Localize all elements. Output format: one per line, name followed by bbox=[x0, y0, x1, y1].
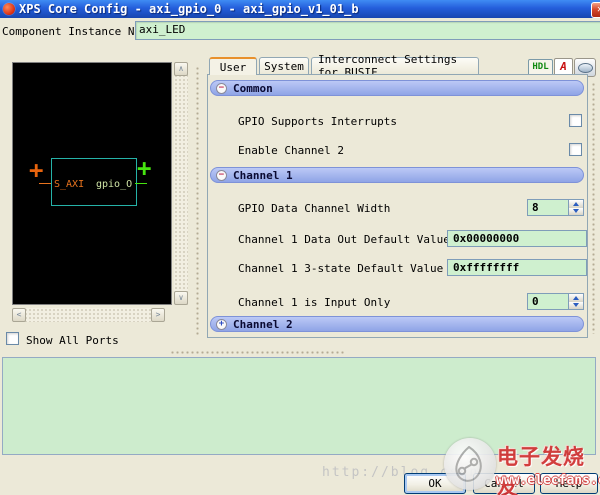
left-port-plus-icon[interactable]: + bbox=[29, 158, 43, 182]
description-panel bbox=[2, 357, 596, 455]
collapse-icon[interactable]: − bbox=[216, 169, 227, 181]
scroll-down-icon[interactable]: ∨ bbox=[174, 291, 188, 305]
scroll-left-icon[interactable]: < bbox=[12, 308, 26, 322]
port-label-gpio-o: gpio_O bbox=[96, 179, 133, 190]
right-edge-splitter[interactable] bbox=[591, 82, 596, 334]
spin-down-icon[interactable] bbox=[569, 207, 583, 215]
preview-vertical-scrollbar[interactable]: ∧ ∨ bbox=[174, 62, 188, 305]
xps-core-config-dialog: XPS Core Config - axi_gpio_0 - axi_gpio_… bbox=[0, 0, 600, 495]
tab-interconnect-settings[interactable]: Interconnect Settings for BUSIF bbox=[311, 53, 479, 79]
scroll-up-icon[interactable]: ∧ bbox=[174, 62, 188, 76]
spinner-value[interactable]: 0 bbox=[527, 293, 568, 310]
left-port-stub bbox=[39, 183, 51, 184]
vertical-splitter[interactable] bbox=[195, 66, 200, 336]
gpio-supports-interrupts-checkbox[interactable] bbox=[569, 114, 582, 127]
preview-horizontal-scrollbar[interactable]: < > bbox=[12, 308, 165, 322]
gpio-data-channel-width-spinner[interactable]: 8 bbox=[527, 199, 584, 216]
window-title: XPS Core Config - axi_gpio_0 - axi_gpio_… bbox=[19, 2, 359, 16]
section-header-channel-2[interactable]: + Channel 2 bbox=[210, 316, 584, 332]
channel1-3state-default-label: Channel 1 3-state Default Value bbox=[238, 262, 444, 275]
cancel-button[interactable]: Cancel bbox=[473, 473, 535, 494]
component-instance-name-label: Component Instance Name bbox=[2, 25, 155, 38]
expand-icon[interactable]: + bbox=[216, 318, 227, 330]
enable-channel-2-checkbox[interactable] bbox=[569, 143, 582, 156]
ok-button[interactable]: OK bbox=[404, 473, 466, 494]
spin-down-icon[interactable] bbox=[569, 301, 583, 309]
show-all-ports-checkbox[interactable] bbox=[6, 332, 19, 345]
tab-system[interactable]: System bbox=[259, 57, 309, 74]
gpio-data-channel-width-label: GPIO Data Channel Width bbox=[238, 202, 391, 215]
section-title: Channel 1 bbox=[233, 168, 293, 182]
channel1-data-out-default-input[interactable]: 0x00000000 bbox=[447, 230, 587, 247]
port-label-s-axi: S_AXI bbox=[54, 179, 85, 190]
speech-bubble-icon bbox=[578, 63, 593, 73]
tab-user[interactable]: User bbox=[209, 57, 257, 75]
right-port-stub bbox=[135, 183, 147, 184]
scroll-right-icon[interactable]: > bbox=[151, 308, 165, 322]
section-header-channel-1[interactable]: − Channel 1 bbox=[210, 167, 584, 183]
channel1-3state-default-input[interactable]: 0xffffffff bbox=[447, 259, 587, 276]
spin-up-icon[interactable] bbox=[569, 200, 583, 208]
help-button[interactable]: Help bbox=[540, 473, 598, 494]
channel1-is-input-only-label: Channel 1 is Input Only bbox=[238, 296, 391, 309]
spin-up-icon[interactable] bbox=[569, 294, 583, 302]
section-title: Common bbox=[233, 81, 273, 95]
close-button[interactable]: ✕ bbox=[591, 2, 600, 18]
channel1-is-input-only-spinner[interactable]: 0 bbox=[527, 293, 584, 310]
show-all-ports-label: Show All Ports bbox=[26, 334, 119, 347]
section-header-common[interactable]: − Common bbox=[210, 80, 584, 96]
core-preview-canvas: + + S_AXI gpio_O bbox=[12, 62, 172, 305]
title-bar[interactable]: XPS Core Config - axi_gpio_0 - axi_gpio_… bbox=[0, 0, 600, 18]
horizontal-splitter[interactable] bbox=[170, 350, 345, 355]
spinner-value[interactable]: 8 bbox=[527, 199, 568, 216]
component-instance-name-input[interactable]: axi_LED bbox=[135, 21, 600, 40]
app-icon bbox=[3, 3, 15, 15]
section-title: Channel 2 bbox=[233, 317, 293, 331]
enable-channel-2-label: Enable Channel 2 bbox=[238, 144, 344, 157]
right-port-plus-icon[interactable]: + bbox=[137, 156, 151, 180]
channel1-data-out-default-label: Channel 1 Data Out Default Value bbox=[238, 233, 450, 246]
collapse-icon[interactable]: − bbox=[216, 82, 227, 94]
gpio-supports-interrupts-label: GPIO Supports Interrupts bbox=[238, 115, 397, 128]
